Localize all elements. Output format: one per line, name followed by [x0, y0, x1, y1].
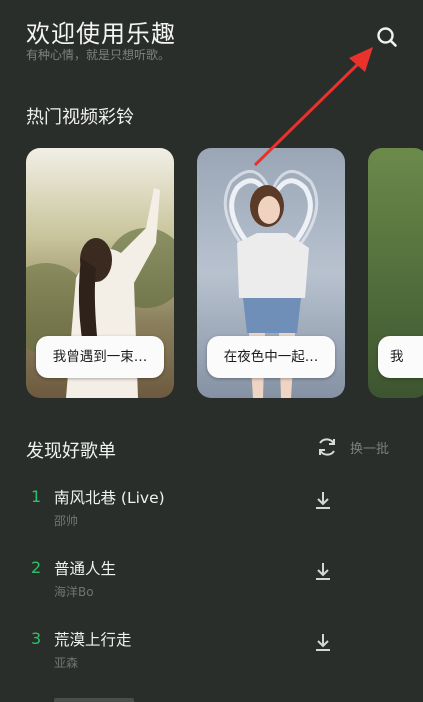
refresh-button[interactable]: 换一批 [316, 436, 389, 458]
playlist-section-title: 发现好歌单 [26, 441, 116, 462]
page-subtitle: 有种心情，就是只想听歌。 [26, 48, 171, 62]
download-icon[interactable] [313, 632, 333, 652]
song-row[interactable]: 3 荒漠上行走 亚森 [0, 629, 423, 689]
song-row[interactable]: 2 普通人生 海洋Bo [0, 558, 423, 618]
video-card[interactable]: 在夜色中一起… [197, 148, 345, 398]
video-section-title: 热门视频彩铃 [26, 107, 134, 128]
refresh-icon [319, 438, 335, 456]
song-index: 3 [31, 629, 42, 648]
video-card[interactable]: 我 [368, 148, 423, 398]
song-title: 普通人生 [54, 560, 117, 578]
song-artist: 海洋Bo [54, 585, 94, 599]
song-title: 南风北巷 (Live) [54, 489, 165, 507]
video-card-caption: 我 [378, 336, 423, 378]
page-title: 欢迎使用乐趣 [26, 20, 176, 48]
song-artist: 邵帅 [54, 514, 79, 528]
refresh-label: 换一批 [350, 441, 390, 457]
video-card[interactable]: 我曾遇到一束… [26, 148, 174, 398]
song-artist: 亚森 [54, 656, 79, 670]
song-index: 2 [31, 558, 42, 577]
video-card-carousel[interactable]: 我曾遇到一束… 在夜色中一起… 我 [26, 148, 423, 398]
video-card-caption: 我曾遇到一束… [36, 336, 164, 378]
download-icon[interactable] [313, 490, 333, 510]
song-row-partial [0, 696, 423, 702]
download-icon[interactable] [313, 561, 333, 581]
song-row[interactable]: 1 南风北巷 (Live) 邵帅 [0, 487, 423, 547]
search-button[interactable] [374, 24, 400, 50]
song-title-partial [54, 698, 134, 702]
video-card-caption: 在夜色中一起… [207, 336, 335, 378]
song-title: 荒漠上行走 [54, 631, 132, 649]
app-screen: 欢迎使用乐趣 有种心情，就是只想听歌。 热门视频彩铃 我曾遇到一束… 在夜色中一… [0, 0, 423, 702]
song-index: 1 [31, 487, 42, 506]
search-icon [377, 27, 397, 47]
